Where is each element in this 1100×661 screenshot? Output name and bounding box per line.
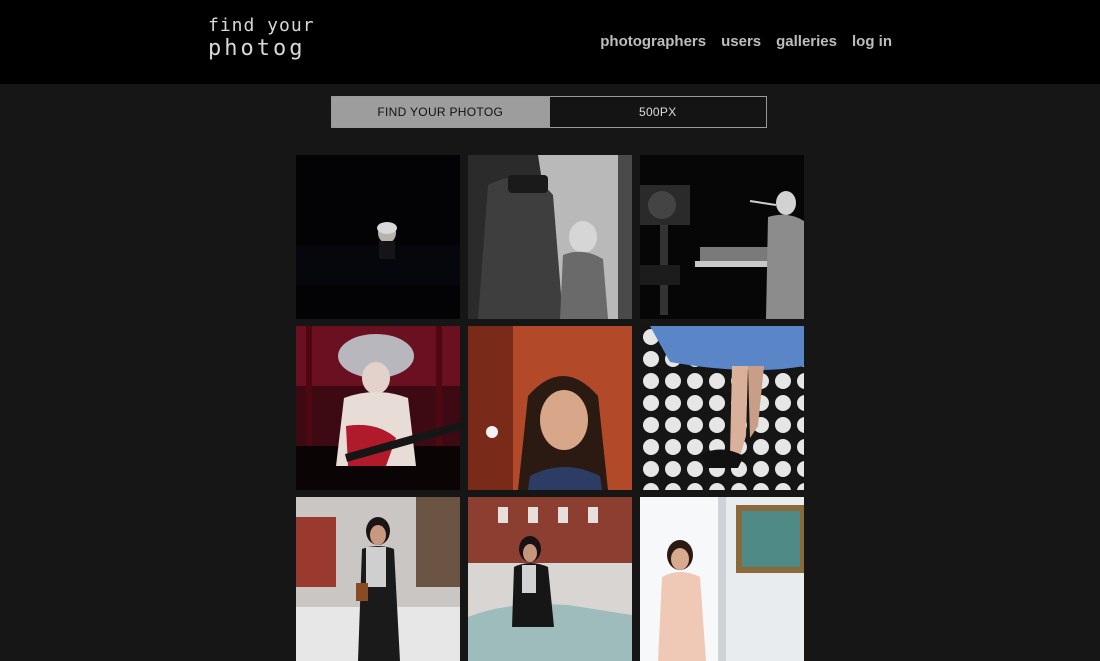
logo-line-2: photog xyxy=(208,36,306,61)
photo-bw-keyboard-performer xyxy=(640,155,804,319)
photo-tile[interactable] xyxy=(296,155,460,319)
photo-tile[interactable] xyxy=(468,155,632,319)
photo-tile[interactable] xyxy=(296,497,460,661)
photo-woman-on-car xyxy=(468,497,632,661)
photo-polka-dot-legs xyxy=(640,326,804,490)
photo-tile[interactable] xyxy=(468,497,632,661)
photo-tile[interactable] xyxy=(640,155,804,319)
tab-find-your-photog[interactable]: FIND YOUR PHOTOG xyxy=(332,97,550,127)
main-nav: photographers users galleries log in xyxy=(600,33,892,50)
nav-login-link[interactable]: log in xyxy=(852,33,892,50)
photo-bw-singer xyxy=(468,155,632,319)
tab-500px[interactable]: 500PX xyxy=(549,97,766,127)
photo-tile[interactable] xyxy=(640,326,804,490)
photo-woman-winter-street xyxy=(296,497,460,661)
photo-dark-stage-portrait xyxy=(296,155,460,319)
photo-woman-portrait-red xyxy=(468,326,632,490)
logo-line-1: find your xyxy=(208,15,315,36)
source-tabs: FIND YOUR PHOTOG 500PX xyxy=(331,96,767,128)
nav-users-link[interactable]: users xyxy=(721,33,761,50)
nav-photographers-link[interactable]: photographers xyxy=(600,33,706,50)
photo-woman-by-window xyxy=(640,497,804,661)
photo-tile[interactable] xyxy=(640,497,804,661)
photo-tile[interactable] xyxy=(468,326,632,490)
photo-tile[interactable] xyxy=(296,326,460,490)
nav-galleries-link[interactable]: galleries xyxy=(776,33,837,50)
site-logo[interactable]: find your photog xyxy=(208,14,315,60)
photo-guitarist-red-curtain xyxy=(296,326,460,490)
photo-grid xyxy=(296,155,804,661)
top-navigation-bar: find your photog photographers users gal… xyxy=(0,0,1100,84)
